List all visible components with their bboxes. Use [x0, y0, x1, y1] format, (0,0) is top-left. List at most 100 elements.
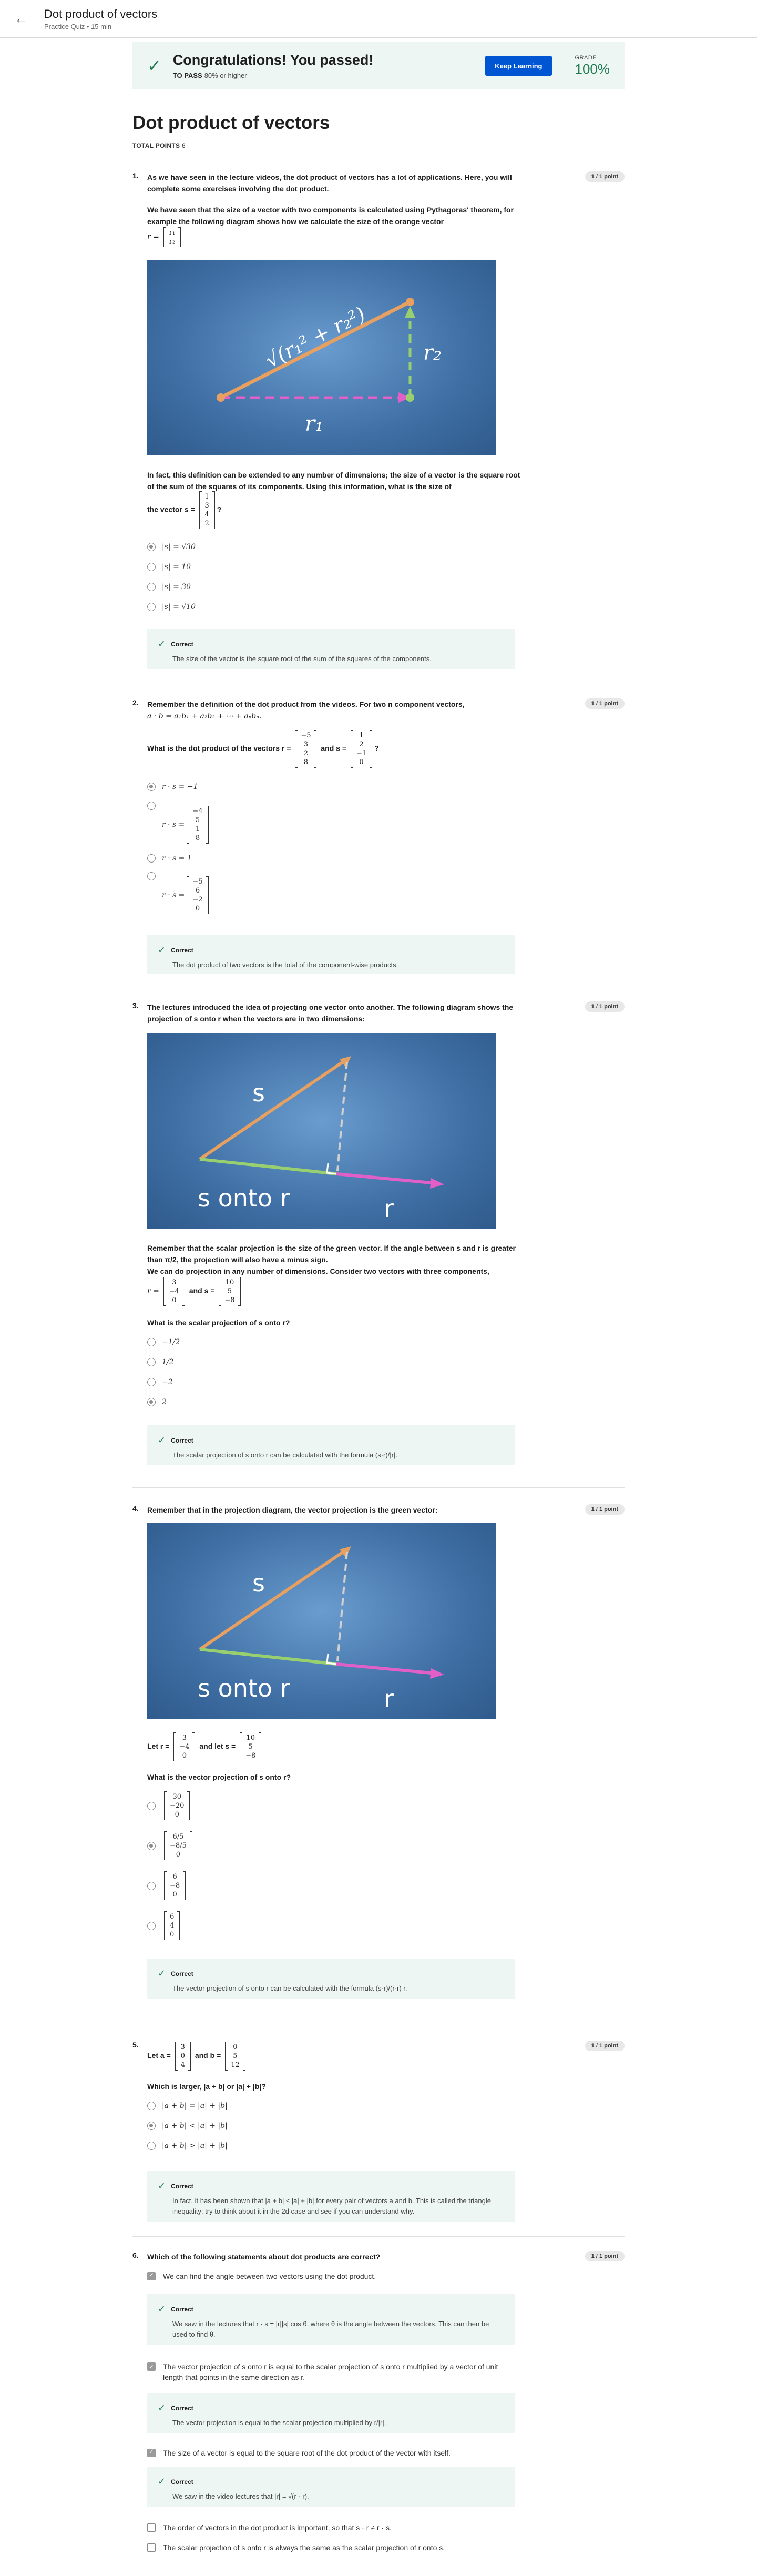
check-icon: ✓	[158, 1968, 166, 1979]
option-radio[interactable]: 30 −20 0	[147, 1791, 192, 1820]
checkbox-icon[interactable]	[147, 2523, 156, 2532]
grade-display: GRADE 100%	[575, 54, 610, 77]
option-radio[interactable]: 640	[147, 1911, 182, 1940]
option-radio[interactable]: r · s = −1	[147, 783, 198, 791]
feedback-box: ✓ Correct The scalar projection of s onto…	[147, 1425, 515, 1465]
keep-learning-button[interactable]: Keep Learning	[485, 56, 552, 76]
quiz-title: Dot product of vectors	[132, 113, 330, 133]
feedback-box: ✓ Correct The vector projection of s onto…	[147, 1959, 515, 1999]
radio-selected-icon[interactable]	[147, 543, 156, 551]
svg-text:r: r	[384, 1194, 394, 1223]
feedback-box: ✓ Correct The dot product of two vectors …	[147, 935, 515, 974]
pass-message: Congratulations! You passed!	[172, 52, 374, 68]
feedback-box: ✓ Correct In fact, it has been shown that…	[147, 2171, 515, 2222]
option-radio[interactable]: 1/2	[147, 1358, 174, 1366]
points-badge: 1 / 1 point	[585, 171, 625, 182]
check-icon: ✓	[158, 945, 166, 955]
grade-value: 100%	[575, 60, 610, 77]
svg-text:s: s	[252, 1569, 265, 1597]
points-badge: 1 / 1 point	[585, 2041, 625, 2051]
option-radio[interactable]: |s| = √10	[147, 603, 196, 611]
radio-icon[interactable]	[147, 1378, 156, 1386]
option-radio[interactable]: 2	[147, 1398, 167, 1406]
radio-selected-icon[interactable]	[147, 1398, 156, 1406]
radio-icon[interactable]	[147, 1338, 156, 1346]
option-radio[interactable]: |a + b| < |a| + |b|	[147, 2122, 228, 2130]
r2-label: r₂	[423, 341, 442, 365]
radio-icon[interactable]	[147, 1358, 156, 1366]
q1-text: We have seen that the size of a vector w…	[147, 206, 514, 226]
q2-text: Remember the definition of the dot produ…	[147, 700, 465, 721]
option-radio[interactable]: r · s = 1	[147, 854, 192, 863]
r1-label: r₁	[305, 412, 323, 436]
option-radio[interactable]: −1/2	[147, 1338, 180, 1346]
checkbox-checked-icon[interactable]	[147, 2271, 156, 2280]
radio-icon[interactable]	[147, 2102, 156, 2110]
question-number: 6.	[132, 2251, 139, 2259]
question-number: 1.	[132, 171, 139, 180]
points-badge: 1 / 1 point	[585, 1504, 625, 1515]
svg-text:r: r	[384, 1685, 394, 1713]
check-icon: ✓	[158, 2402, 166, 2413]
question-4: 4. 1 / 1 point Remember that in the proj…	[132, 1504, 625, 2020]
option-vector: r · s = −5 6 −2 0	[162, 876, 211, 914]
radio-icon[interactable]	[147, 1801, 156, 1810]
vector-r: r₁ r₂	[163, 227, 181, 247]
vector-s: 1342	[199, 491, 215, 529]
q5-vectors: Let a = 304 and b = 0 5 12	[147, 2042, 248, 2071]
radio-selected-icon[interactable]	[147, 783, 156, 791]
radio-icon[interactable]	[147, 2142, 156, 2150]
question-number: 2.	[132, 698, 139, 707]
radio-icon[interactable]	[147, 802, 156, 810]
q3-vectors: r = 3 −4 0 and s = 10 5 −8	[147, 1277, 243, 1306]
radio-icon[interactable]	[147, 563, 156, 571]
option-radio[interactable]: 6 −8 0	[147, 1871, 188, 1900]
radio-icon[interactable]	[147, 603, 156, 611]
option-checkbox[interactable]: The scalar projection of s onto r is alw…	[147, 2543, 515, 2552]
points-badge: 1 / 1 point	[585, 1001, 625, 1012]
option-radio[interactable]: |s| = √30	[147, 543, 196, 551]
check-icon: ✓	[158, 2476, 166, 2487]
option-checkbox[interactable]: The size of a vector is equal to the squ…	[147, 2448, 515, 2457]
radio-selected-icon[interactable]	[147, 1841, 156, 1850]
q6-question: Which of the following statements about …	[147, 2253, 381, 2261]
option-radio[interactable]: |a + b| > |a| + |b|	[147, 2142, 228, 2150]
svg-text:s: s	[252, 1079, 265, 1107]
option-radio[interactable]	[147, 802, 162, 810]
header-meta: Practice Quiz • 15 min	[44, 22, 112, 31]
check-icon: ✓	[147, 56, 161, 75]
radio-icon[interactable]	[147, 583, 156, 591]
option-radio[interactable]: |a + b| = |a| + |b|	[147, 2102, 228, 2110]
radio-selected-icon[interactable]	[147, 2122, 156, 2130]
question-number: 3.	[132, 1001, 139, 1010]
radio-icon[interactable]	[147, 1921, 156, 1930]
option-radio[interactable]: 6/5 −8/5 0	[147, 1831, 195, 1860]
projection-diagram: s s onto r r	[147, 1523, 496, 1719]
radio-icon[interactable]	[147, 854, 156, 863]
question-number: 4.	[132, 1504, 139, 1513]
question-2: 2. 1 / 1 point Remember the definition o…	[132, 698, 625, 974]
q2-question: What is the dot product of the vectors r…	[147, 730, 379, 768]
option-checkbox[interactable]: The order of vectors in the dot product …	[147, 2523, 515, 2532]
option-radio[interactable]	[147, 872, 162, 880]
sqrt-label: √(r₁² + r₂²)	[262, 302, 370, 372]
question-number: 5.	[132, 2041, 139, 2049]
q1-extension: In fact, this definition can be extended…	[147, 471, 520, 491]
option-radio[interactable]: −2	[147, 1378, 173, 1386]
option-radio[interactable]: |s| = 10	[147, 563, 191, 571]
top-bar: ← Dot product of vectors Practice Quiz •…	[0, 0, 757, 38]
option-checkbox[interactable]: We can find the angle between two vector…	[147, 2271, 515, 2280]
q4-question: What is the vector projection of s onto …	[147, 1773, 291, 1781]
checkbox-icon[interactable]	[147, 2543, 156, 2552]
checkbox-checked-icon[interactable]	[147, 2448, 156, 2457]
check-icon: ✓	[158, 2304, 166, 2314]
radio-icon[interactable]	[147, 1881, 156, 1890]
checkbox-checked-icon[interactable]	[147, 2361, 156, 2372]
radio-icon[interactable]	[147, 872, 156, 880]
check-icon: ✓	[158, 2181, 166, 2191]
q3-question: What is the scalar projection of s onto …	[147, 1319, 290, 1327]
option-checkbox[interactable]: The vector projection of s onto r is equ…	[147, 2361, 515, 2382]
option-radio[interactable]: |s| = 30	[147, 583, 191, 591]
total-points: TOTAL POINTS 6	[132, 142, 186, 149]
back-arrow-icon[interactable]: ←	[12, 9, 30, 28]
